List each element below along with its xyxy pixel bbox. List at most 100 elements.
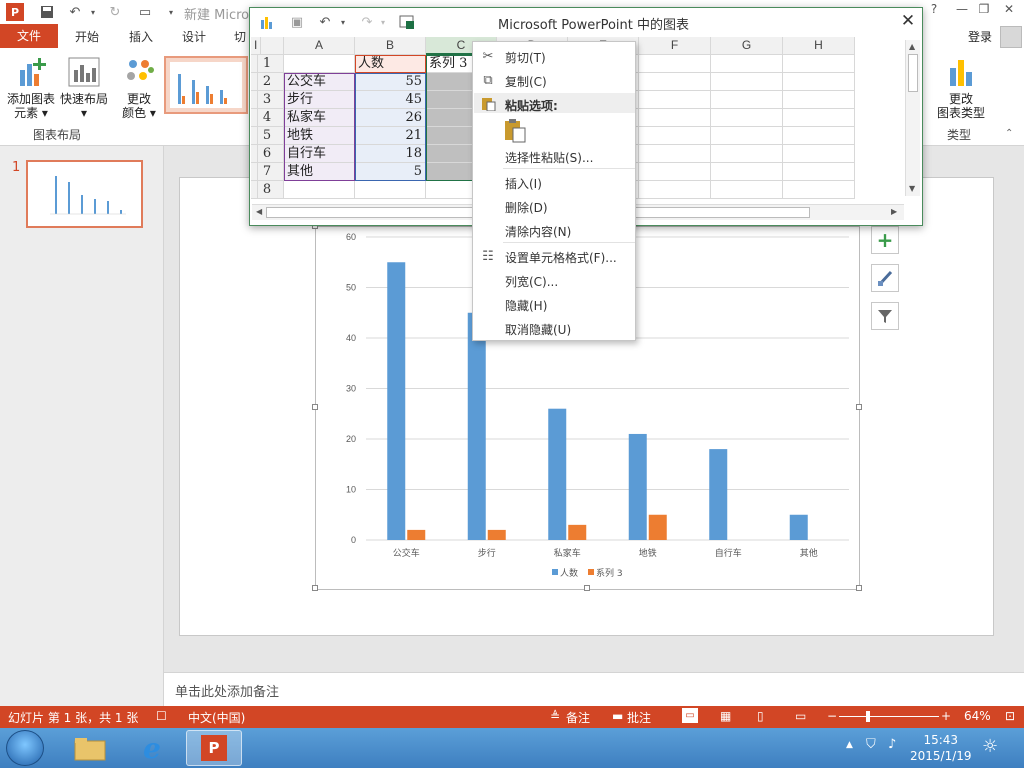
file-explorer-icon[interactable] (62, 730, 118, 766)
save-icon[interactable]: ▣ (288, 13, 306, 31)
chart-style-thumbnail[interactable] (164, 56, 248, 114)
menu-item-clear-contents[interactable]: 清除内容(N) (505, 223, 571, 240)
cell[interactable] (251, 55, 258, 73)
notes-icon[interactable]: ≜ (550, 709, 560, 723)
start-button[interactable] (6, 730, 44, 766)
edit-in-excel-icon[interactable] (398, 13, 416, 31)
cell[interactable] (783, 145, 855, 163)
cell[interactable] (284, 55, 355, 73)
spellcheck-icon[interactable]: ☐ (156, 709, 167, 723)
tab-home[interactable]: 开始 (75, 28, 99, 45)
tab-transitions[interactable]: 切 (234, 28, 246, 45)
menu-item-cut[interactable]: 剪切(T) (505, 49, 546, 66)
restore-button[interactable]: ❐ (974, 2, 994, 20)
vertical-scroll-thumb[interactable] (908, 54, 918, 92)
customize-toolbar-icon[interactable]: ▾ (162, 3, 180, 21)
cell-b7[interactable]: 5 (355, 163, 426, 181)
cell[interactable] (783, 163, 855, 181)
cell-a7[interactable]: 其他 (284, 163, 355, 181)
system-clock[interactable]: 15:43 2015/1/19 (910, 732, 972, 764)
resize-handle-bottom-right[interactable] (856, 585, 862, 591)
present-icon[interactable]: ▭ (136, 3, 154, 21)
notes-pane[interactable]: 单击此处添加备注 (164, 672, 1024, 706)
slideshow-icon[interactable]: ▭ (795, 709, 806, 723)
show-hidden-icons-icon[interactable]: ▲ (846, 740, 853, 750)
cell-b5[interactable]: 21 (355, 127, 426, 145)
tab-insert[interactable]: 插入 (129, 28, 153, 45)
column-header-g[interactable]: G (711, 37, 783, 55)
cell-b2[interactable]: 55 (355, 73, 426, 91)
menu-item-delete[interactable]: 删除(D) (505, 199, 548, 216)
chart-styles-button[interactable] (871, 264, 899, 292)
cell[interactable] (783, 109, 855, 127)
cell-b3[interactable]: 45 (355, 91, 426, 109)
menu-item-insert[interactable]: 插入(I) (505, 175, 542, 192)
paste-button[interactable] (503, 118, 527, 144)
cell[interactable] (251, 163, 258, 181)
menu-item-format-cells[interactable]: 设置单元格格式(F)... (505, 249, 617, 266)
resize-handle-bottom-left[interactable] (312, 585, 318, 591)
save-icon[interactable] (38, 3, 56, 21)
menu-item-unhide[interactable]: 取消隐藏(U) (505, 321, 571, 338)
cell-a5[interactable]: 地铁 (284, 127, 355, 145)
powerpoint-logo-icon[interactable]: P (6, 3, 24, 21)
collapse-ribbon-icon[interactable]: ⌃ (1005, 128, 1013, 139)
volume-icon[interactable]: ♪ (888, 737, 896, 752)
vertical-scrollbar[interactable]: ▲ ▼ (905, 40, 920, 196)
cell[interactable] (639, 73, 711, 91)
scroll-down-icon[interactable]: ▼ (909, 184, 915, 193)
resize-handle-bottom-middle[interactable] (584, 585, 590, 591)
undo-icon[interactable]: ↶ (66, 3, 84, 21)
resize-handle-middle-left[interactable] (312, 404, 318, 410)
menu-item-copy[interactable]: 复制(C) (505, 73, 547, 90)
scroll-right-icon[interactable]: ▶ (891, 207, 897, 216)
cell[interactable] (711, 163, 783, 181)
minimize-button[interactable]: — (952, 2, 972, 20)
close-button[interactable]: ✕ (999, 2, 1019, 20)
cell[interactable] (639, 145, 711, 163)
help-button[interactable]: ? (924, 2, 944, 20)
cell[interactable] (783, 73, 855, 91)
cell[interactable] (711, 181, 783, 199)
menu-item-column-width[interactable]: 列宽(C)... (505, 273, 558, 290)
cell-a2[interactable]: 公交车 (284, 73, 355, 91)
zoom-in-icon[interactable]: + (941, 709, 951, 723)
fit-to-window-icon[interactable]: ⊡ (1005, 709, 1015, 723)
cell[interactable] (711, 91, 783, 109)
cell[interactable] (251, 181, 258, 199)
comments-icon[interactable]: ▬ (612, 709, 623, 723)
cell-b1[interactable]: 人数 (355, 55, 426, 73)
tab-design[interactable]: 设计 (182, 28, 206, 45)
cell[interactable] (783, 181, 855, 199)
scroll-left-icon[interactable]: ◀ (256, 207, 262, 216)
zoom-level[interactable]: 64% (964, 709, 991, 723)
cell[interactable] (639, 55, 711, 73)
slide-thumbnail[interactable] (26, 160, 143, 228)
reading-view-icon[interactable]: ▯ (757, 709, 764, 723)
cell[interactable] (639, 91, 711, 109)
cell[interactable] (639, 163, 711, 181)
add-chart-element-button[interactable]: 添加图表 元素 ▾ (4, 56, 58, 120)
quick-layout-button[interactable]: 快速布局 ▾ (58, 56, 110, 120)
language-indicator[interactable]: 中文(中国) (188, 709, 245, 726)
column-header-a[interactable]: A (284, 37, 355, 55)
powerpoint-taskbar-icon[interactable]: P (186, 730, 242, 766)
slide-sorter-icon[interactable]: ▦ (720, 709, 731, 723)
cell[interactable] (251, 91, 258, 109)
cell[interactable] (639, 109, 711, 127)
column-header-b[interactable]: B (355, 37, 426, 55)
undo-dropdown-icon[interactable]: ▾ (334, 13, 352, 31)
normal-view-icon[interactable]: ▭ (682, 708, 698, 723)
security-shield-icon[interactable]: ⛉ (866, 737, 876, 752)
menu-item-paste-special[interactable]: 选择性粘贴(S)... (505, 149, 593, 166)
change-colors-button[interactable]: 更改 颜色 ▾ (118, 56, 160, 120)
cell[interactable] (355, 181, 426, 199)
comments-toggle[interactable]: 批注 (627, 709, 651, 726)
tab-file[interactable]: 文件 (0, 24, 58, 48)
chart-filters-button[interactable] (871, 302, 899, 330)
zoom-slider-thumb[interactable] (866, 711, 870, 722)
cell-a4[interactable]: 私家车 (284, 109, 355, 127)
column-header-f[interactable]: F (639, 37, 711, 55)
cell[interactable] (711, 145, 783, 163)
cell[interactable] (251, 73, 258, 91)
